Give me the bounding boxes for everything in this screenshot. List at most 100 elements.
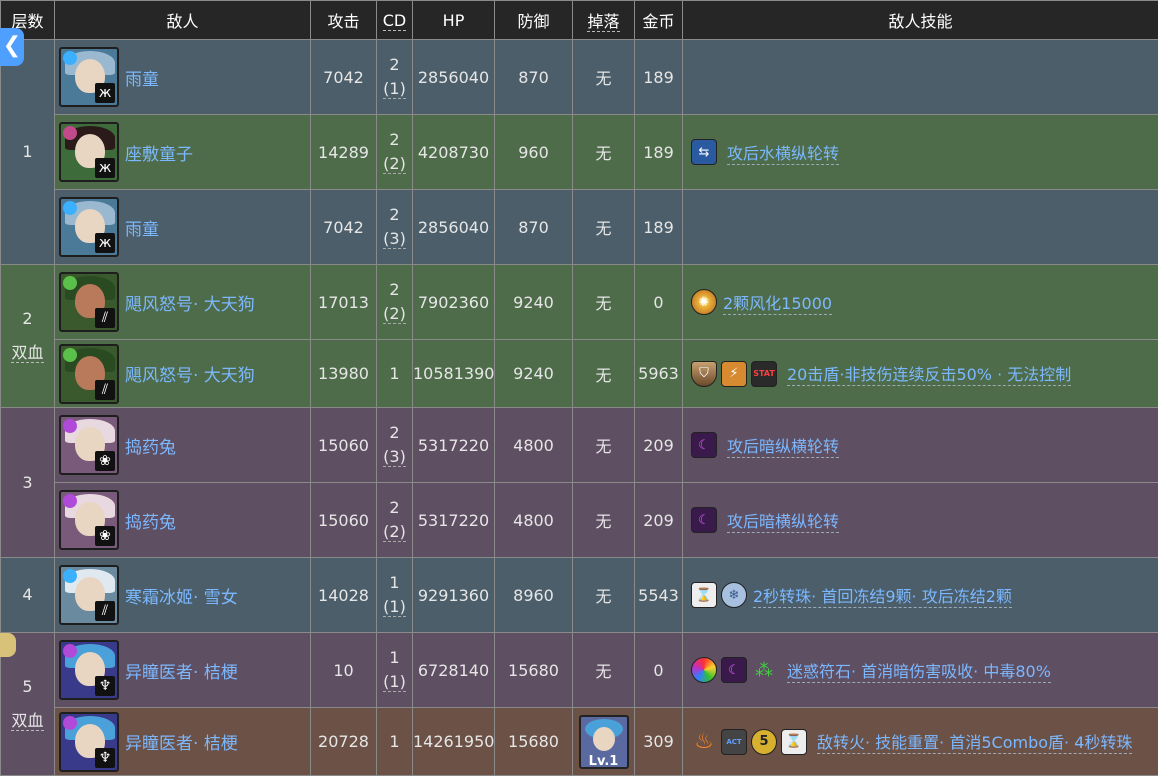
enemy-name-link[interactable]: 捣药兔 [125,508,176,533]
table-row: 5 双血 ♆ 异瞳医者· 桔梗 10 1(1) 6728140 15680 无 … [1,633,1158,708]
table-row: ж 座敷童子 14289 2(2) 4208730 960 无 189 ⇆ 攻后… [1,115,1158,190]
floor-number: 5 [1,670,54,704]
cd-value: 1(1) [377,633,413,708]
skill-link[interactable]: 2秒转珠· 首回冻结9颗· 攻后冻结2颗 [753,583,1012,608]
skill-link[interactable]: 攻后暗横纵轮转 [727,508,839,533]
drop-value: 无 [573,483,635,558]
enemy-name-link[interactable]: 雨童 [125,215,159,240]
enemy-cell: ⫽ 寒霜冰姬· 雪女 [55,558,311,633]
attack-value: 10 [311,633,377,708]
enemy-avatar[interactable]: ж [59,47,119,107]
hp-value: 5317220 [413,408,495,483]
skill-link[interactable]: 攻后水横纵轮转 [727,140,839,165]
drop-value: 无 [573,265,635,340]
floor-number: 2 [1,302,54,336]
enemy-name-link[interactable]: 飓风怒号· 大天狗 [125,290,255,315]
combo-shield-icon[interactable]: 5 [751,729,777,755]
back-button[interactable]: ❮ [0,28,24,66]
attack-value: 7042 [311,40,377,115]
skills-cell: ♨ ACT 5 ⌛ 敌转火· 技能重置· 首消5Combo盾· 4秒转珠 [683,708,1158,776]
skill-link[interactable]: 迷惑符石· 首消暗伤害吸收· 中毒80% [787,658,1051,683]
skill-link[interactable]: 攻后暗纵横轮转 [727,433,839,458]
enemy-avatar[interactable]: ж [59,197,119,257]
header-attack: 攻击 [311,1,377,40]
hp-value: 14261950 [413,708,495,776]
defense-value: 960 [495,115,573,190]
enemy-cell: ❀ 捣药兔 [55,408,311,483]
enemy-name-link[interactable]: 捣药兔 [125,433,176,458]
table-row: ж 雨童 7042 2(3) 2856040 870 无 189 [1,190,1158,265]
enemy-avatar[interactable]: ♆ [59,640,119,700]
skills-cell [683,190,1158,265]
fire-icon[interactable]: ♨ [691,729,717,755]
skills-cell: ⌛ ❄ 2秒转珠· 首回冻结9颗· 攻后冻结2颗 [683,558,1158,633]
enemy-cell: ж 雨童 [55,40,311,115]
coin-value: 0 [635,265,683,340]
enemy-name-link[interactable]: 寒霜冰姬· 雪女 [125,583,238,608]
claw-icon: ⫽ [95,380,115,400]
enemy-avatar[interactable]: ❀ [59,490,119,550]
wind-orb-icon[interactable]: ✺ [691,289,717,315]
coin-value: 189 [635,190,683,265]
dark-rotate-icon[interactable]: ☾ [691,432,717,458]
table-row: 1 ж 雨童 7042 2(1) 2856040 870 无 189 [1,40,1158,115]
defense-value: 15680 [495,708,573,776]
shield-icon[interactable]: ⛉ [691,361,717,387]
enemy-name-link[interactable]: 飓风怒号· 大天狗 [125,361,255,386]
defense-value: 15680 [495,633,573,708]
confuse-stone-icon[interactable] [691,657,717,683]
defense-value: 4800 [495,483,573,558]
floor-number: 3 [22,473,32,492]
defense-value: 9240 [495,340,573,408]
hp-value: 9291360 [413,558,495,633]
demon-icon: ♆ [95,676,115,696]
enemy-table: 层数 敌人 攻击 CD HP 防御 掉落 金币 敌人技能 1 ж 雨童 [0,0,1158,776]
hourglass-icon[interactable]: ⌛ [691,582,717,608]
skill-link[interactable]: 20击盾·非技伤连续反击50% · 无法控制 [787,361,1071,386]
enemy-name-link[interactable]: 异瞳医者· 桔梗 [125,658,238,683]
drop-value: 无 [573,115,635,190]
enemy-name-link[interactable]: 座敷童子 [125,140,193,165]
dark-absorb-icon[interactable]: ☾ [721,657,747,683]
dark-rotate-icon[interactable]: ☾ [691,507,717,533]
enemy-cell: ♆ 异瞳医者· 桔梗 [55,633,311,708]
coin-value: 5963 [635,340,683,408]
enemy-cell: ♆ 异瞳医者· 桔梗 [55,708,311,776]
counter-shield-icon[interactable]: ⚡ [721,361,747,387]
coin-tab-icon[interactable] [0,633,16,657]
cd-value: 1(1) [377,558,413,633]
cd-value: 1 [377,708,413,776]
coin-value: 189 [635,115,683,190]
attack-value: 13980 [311,340,377,408]
no-control-icon[interactable]: STAT [751,361,777,387]
demon-icon: ♆ [95,748,115,768]
enemy-avatar[interactable]: ♆ [59,712,119,772]
enemy-name-link[interactable]: 雨童 [125,65,159,90]
skill-link[interactable]: 2颗风化15000 [723,290,832,315]
enemy-avatar[interactable]: ⫽ [59,272,119,332]
enemy-avatar[interactable]: ж [59,122,119,182]
claw-icon: ⫽ [95,308,115,328]
floor-cell: 4 [1,558,55,633]
header-hp: HP [413,1,495,40]
skill-reset-icon[interactable]: ACT [721,729,747,755]
freeze-icon[interactable]: ❄ [721,582,747,608]
skill-link[interactable]: 敌转火· 技能重置· 首消5Combo盾· 4秒转珠 [817,729,1132,754]
defense-value: 8960 [495,558,573,633]
enemy-avatar[interactable]: ❀ [59,415,119,475]
coin-value: 209 [635,408,683,483]
poison-icon[interactable]: ⁂ [751,657,777,683]
enemy-cell: ⫽ 飓风怒号· 大天狗 [55,265,311,340]
enemy-avatar[interactable]: ⫽ [59,565,119,625]
attack-value: 15060 [311,408,377,483]
drop-card-icon[interactable]: Lv.1 [579,715,629,769]
cd-value: 2(1) [377,40,413,115]
water-rotate-icon[interactable]: ⇆ [691,139,717,165]
hourglass-icon[interactable]: ⌛ [781,729,807,755]
cd-value: 2(3) [377,408,413,483]
floor-number: 1 [22,142,32,161]
enemy-name-link[interactable]: 异瞳医者· 桔梗 [125,729,238,754]
enemy-avatar[interactable]: ⫽ [59,344,119,404]
header-skills: 敌人技能 [683,1,1158,40]
hp-value: 2856040 [413,190,495,265]
